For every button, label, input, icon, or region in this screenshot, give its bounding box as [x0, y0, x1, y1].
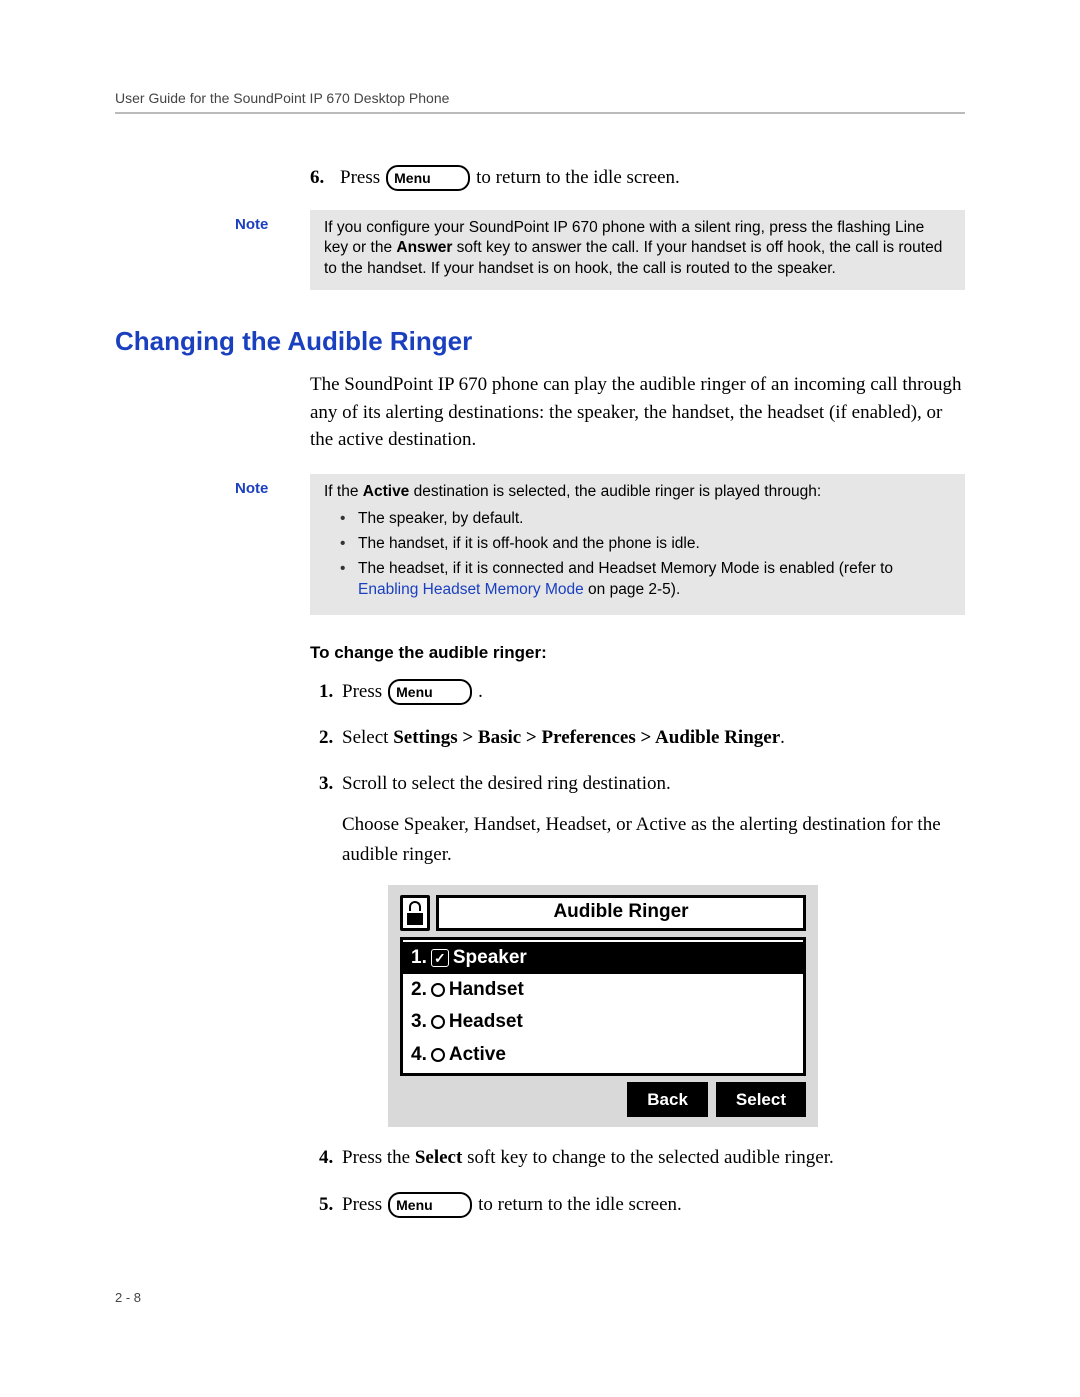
note-bullet: The handset, if it is off-hook and the p…: [354, 534, 951, 555]
note-label: Note: [115, 210, 310, 233]
row-number: 4.: [411, 1040, 427, 1070]
step-text: soft key to change to the selected audib…: [462, 1147, 833, 1168]
checked-icon: ✓: [431, 949, 449, 967]
note-body: If the Active destination is selected, t…: [310, 474, 965, 615]
step-2: Select Settings > Basic > Preferences > …: [338, 723, 965, 753]
lock-icon: [400, 895, 430, 931]
row-number: 1.: [411, 943, 427, 973]
note-bullet: The headset, if it is connected and Head…: [354, 559, 951, 601]
note-bold: Active: [363, 483, 410, 500]
lcd-row-speaker: 1. ✓ Speaker: [403, 942, 803, 974]
note-label: Note: [115, 474, 310, 497]
unchecked-icon: [431, 983, 445, 997]
row-number: 2.: [411, 975, 427, 1005]
softkey-select: Select: [716, 1082, 806, 1117]
previous-step-6: 6. Press Menu to return to the idle scre…: [310, 164, 965, 192]
headset-memory-link[interactable]: Enabling Headset Memory Mode: [358, 581, 584, 598]
softkey-back: Back: [627, 1082, 708, 1117]
step-continuation: Choose Speaker, Handset, Headset, or Act…: [342, 810, 965, 871]
note-text: on page 2-5).: [584, 581, 681, 598]
note-text: destination is selected, the audible rin…: [409, 483, 821, 500]
step-5: Press Menu to return to the idle screen.: [338, 1190, 965, 1220]
step-3: Scroll to select the desired ring destin…: [338, 769, 965, 1127]
lcd-screenshot: Audible Ringer 1. ✓ Speaker 2. H: [388, 885, 965, 1128]
step-text: Select: [342, 727, 393, 748]
row-label: Handset: [449, 975, 524, 1005]
lcd-list: 1. ✓ Speaker 2. Handset 3.: [400, 937, 806, 1077]
row-label: Speaker: [453, 943, 527, 973]
page-number: 2 - 8: [115, 1290, 965, 1305]
note-text: If the: [324, 483, 363, 500]
note-active-destination: Note If the Active destination is select…: [115, 474, 965, 615]
note-text: The headset, if it is connected and Head…: [358, 560, 893, 577]
step-text: Press the: [342, 1147, 415, 1168]
unchecked-icon: [431, 1015, 445, 1029]
note-bullet: The speaker, by default.: [354, 509, 951, 530]
note-body: If you configure your SoundPoint IP 670 …: [310, 210, 965, 291]
step-text-post: to return to the idle screen.: [476, 164, 680, 192]
header-rule: [115, 112, 965, 114]
procedure-heading: To change the audible ringer:: [310, 643, 965, 663]
row-number: 3.: [411, 1007, 427, 1037]
step-bold: Select: [415, 1147, 462, 1168]
running-header: User Guide for the SoundPoint IP 670 Des…: [115, 90, 965, 106]
lcd-title: Audible Ringer: [436, 895, 806, 931]
procedure-steps: Press Menu . Select Settings > Basic > P…: [310, 677, 965, 1220]
step-number: 6.: [310, 164, 334, 192]
lcd-row-headset: 3. Headset: [403, 1006, 803, 1038]
menu-button-icon: Menu: [388, 679, 472, 705]
lcd-row-active: 4. Active: [403, 1039, 803, 1071]
step-4: Press the Select soft key to change to t…: [338, 1143, 965, 1173]
step-bold: Settings > Basic > Preferences > Audible…: [393, 727, 780, 748]
row-label: Headset: [449, 1007, 523, 1037]
menu-button-icon: Menu: [386, 165, 470, 191]
note-bold: Answer: [396, 239, 452, 256]
step-text-pre: Press: [340, 164, 380, 192]
step-text: Press: [342, 677, 382, 707]
step-1: Press Menu .: [338, 677, 965, 707]
section-heading: Changing the Audible Ringer: [115, 326, 965, 357]
note-silent-ring: Note If you configure your SoundPoint IP…: [115, 210, 965, 291]
step-text: to return to the idle screen.: [478, 1190, 682, 1220]
step-text: Scroll to select the desired ring destin…: [342, 773, 671, 794]
step-text: .: [478, 677, 483, 707]
unchecked-icon: [431, 1048, 445, 1062]
row-label: Active: [449, 1040, 506, 1070]
menu-button-icon: Menu: [388, 1192, 472, 1218]
step-text: Press: [342, 1190, 382, 1220]
section-intro: The SoundPoint IP 670 phone can play the…: [310, 371, 965, 454]
lcd-row-handset: 2. Handset: [403, 974, 803, 1006]
step-text: .: [780, 727, 785, 748]
